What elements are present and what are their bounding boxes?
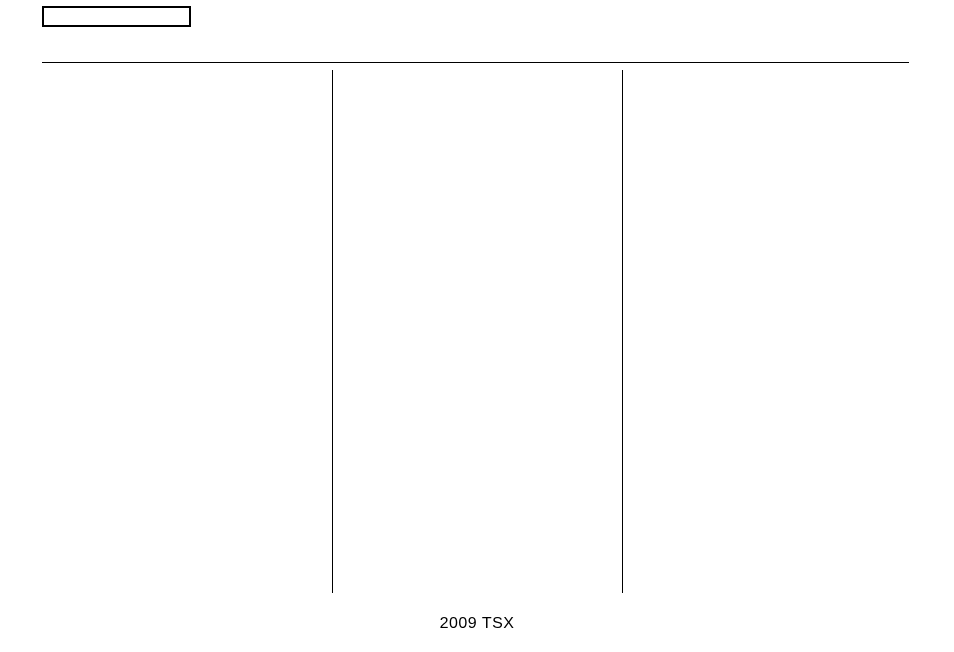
top-box-frame (42, 6, 191, 27)
footer-label: 2009 TSX (0, 615, 954, 633)
column-divider-right (622, 70, 623, 593)
column-divider-left (332, 70, 333, 593)
horizontal-divider (42, 62, 909, 63)
